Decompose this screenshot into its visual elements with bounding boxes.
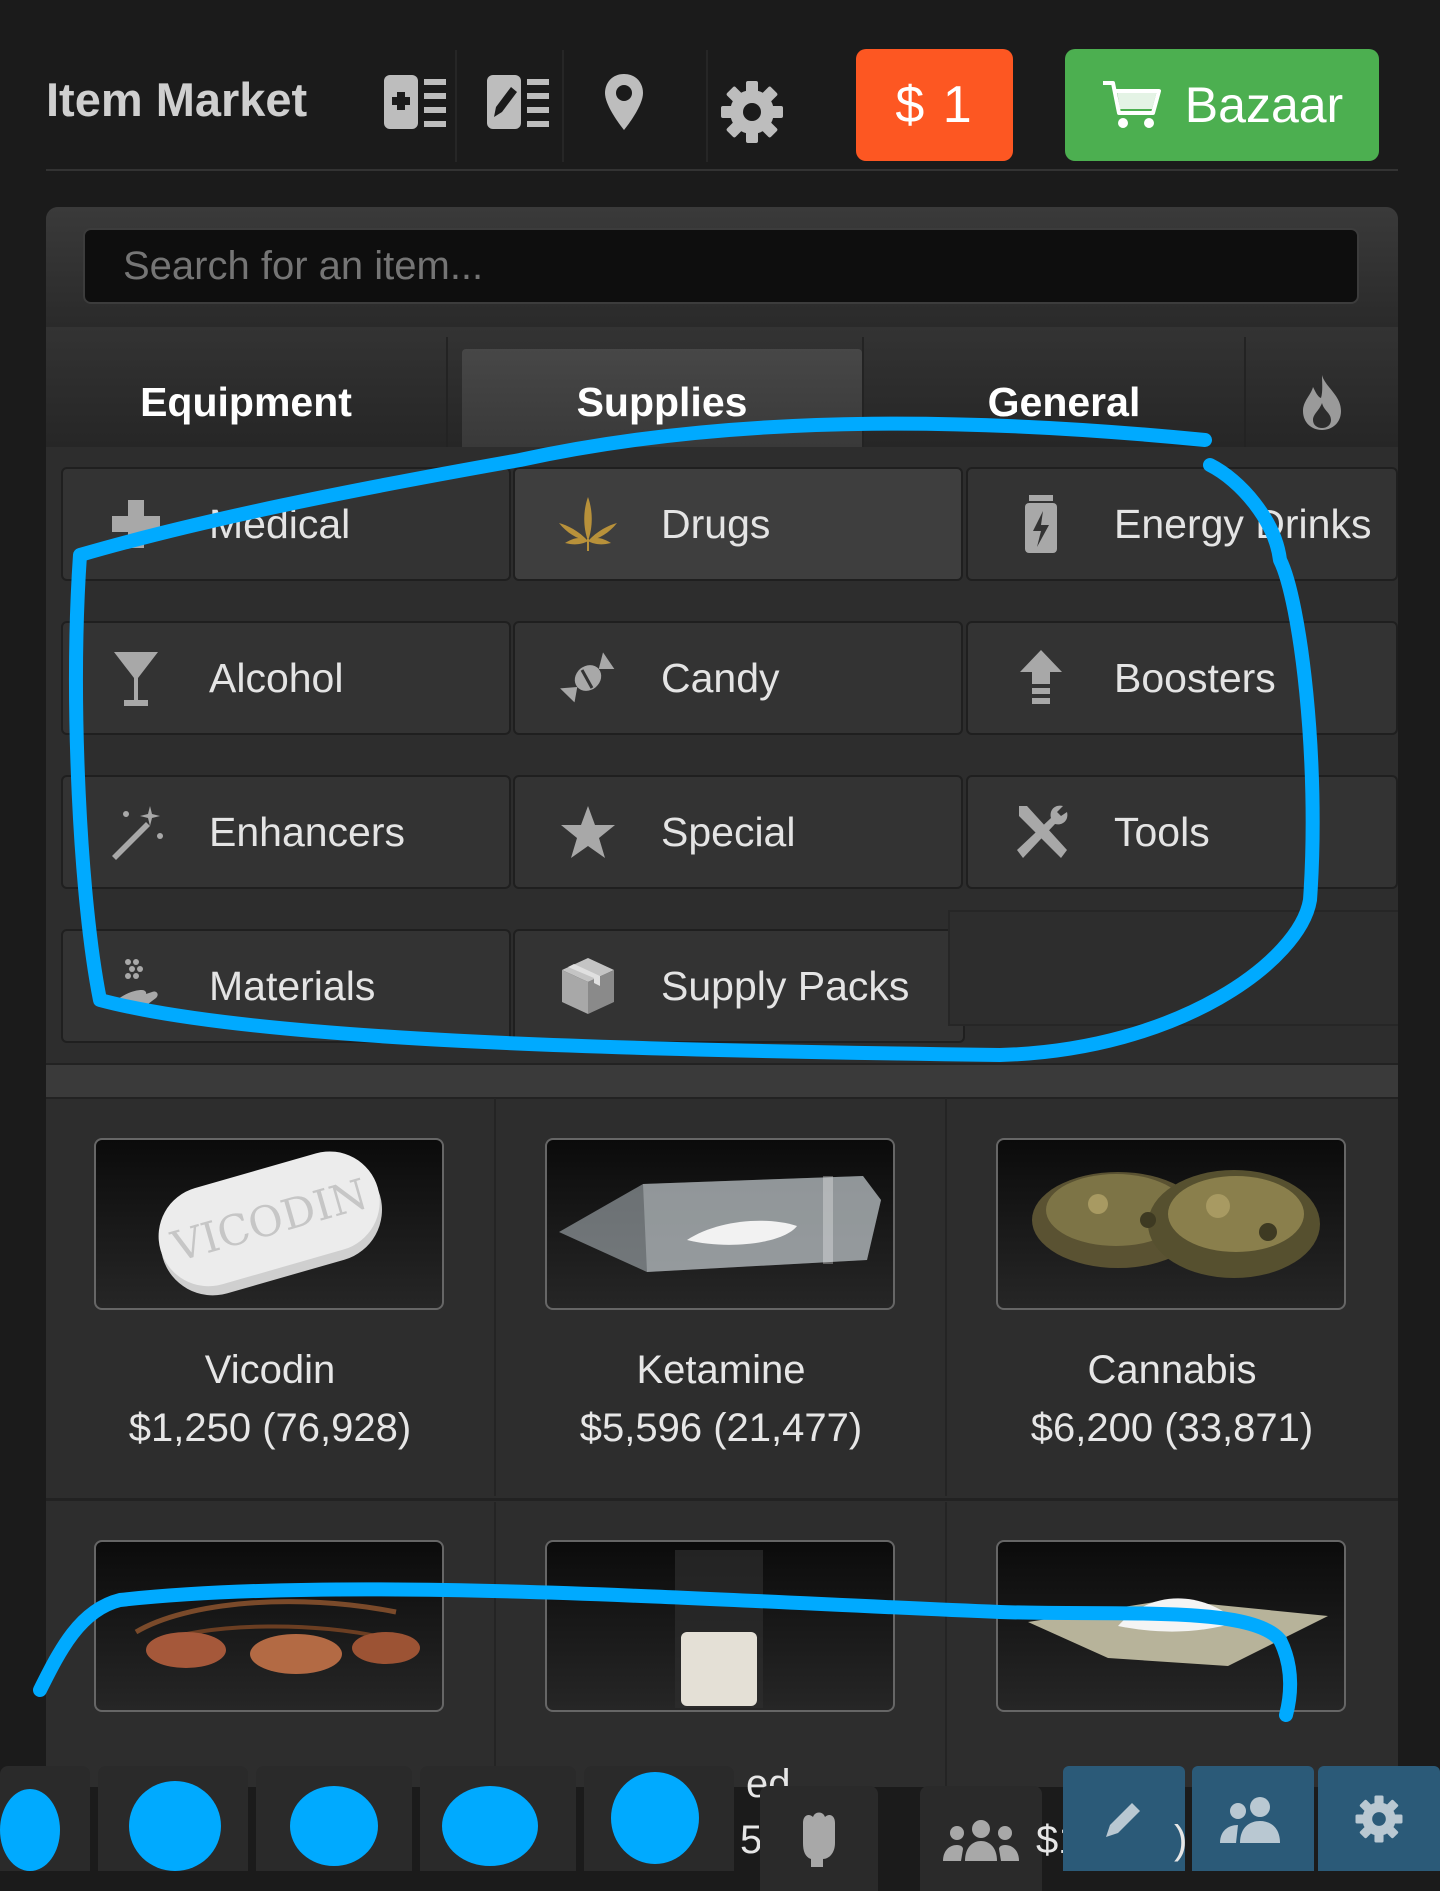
category-tools[interactable]: Tools (966, 775, 1398, 889)
category-materials[interactable]: Materials (61, 929, 511, 1043)
item-card-cannabis[interactable]: Cannabis $6,200 (33,871) (948, 1098, 1396, 1496)
partial-paren: ) (1174, 1818, 1188, 1862)
category-tabs: Equipment Supplies General (46, 327, 1398, 447)
item-image-vicodin[interactable]: VICODIN (94, 1138, 444, 1310)
money-button[interactable]: $ 1 (856, 49, 1013, 161)
settings-button[interactable] (1318, 1766, 1440, 1871)
dock-slot-1[interactable] (0, 1766, 90, 1871)
arrow-up-icon (1006, 643, 1076, 713)
bazaar-label: Bazaar (1184, 77, 1344, 133)
add-listing-icon[interactable] (375, 62, 455, 142)
tab-trending[interactable] (1246, 327, 1398, 447)
leaf-icon (553, 489, 623, 559)
tab-label: Supplies (576, 378, 748, 425)
tab-label: Equipment (140, 378, 352, 425)
edit-listing-icon[interactable] (478, 62, 558, 142)
partial-text: 5 (740, 1818, 763, 1862)
category-label: Enhancers (209, 808, 406, 855)
category-label: Candy (661, 654, 780, 701)
item-price: $6,200 (33,871) (1030, 1406, 1314, 1450)
tab-label: General (987, 378, 1141, 425)
category-label: Special (661, 808, 796, 855)
search-input[interactable] (83, 228, 1359, 304)
item-card-vicodin[interactable]: VICODIN Vicodin $1,250 (76,928) (46, 1098, 494, 1496)
item-name: Vicodin (204, 1348, 336, 1392)
money-label: $ 1 (895, 76, 974, 134)
tab-supplies[interactable]: Supplies (462, 349, 862, 447)
dock-slot-5[interactable] (584, 1766, 734, 1871)
category-label: Materials (209, 962, 376, 1009)
edit-button[interactable] (1063, 1766, 1185, 1871)
category-boosters[interactable]: Boosters (966, 621, 1398, 735)
tab-equipment[interactable]: Equipment (46, 327, 446, 447)
flame-icon (1303, 375, 1341, 430)
dock-slot-4[interactable] (420, 1766, 576, 1871)
category-energy-drinks[interactable]: Energy Drinks (966, 467, 1398, 581)
item-image-mushrooms[interactable] (94, 1540, 444, 1712)
group-button[interactable] (920, 1786, 1042, 1891)
category-candy[interactable]: Candy (513, 621, 963, 735)
box-icon (553, 951, 623, 1021)
star-icon (553, 797, 623, 867)
shopping-cart-icon (1102, 81, 1161, 128)
item-image-cannabis[interactable] (996, 1138, 1346, 1310)
row-divider (46, 1498, 1398, 1501)
item-image-powder-paper[interactable] (996, 1540, 1346, 1712)
bazaar-button[interactable]: Bazaar (1065, 49, 1379, 161)
gear-icon[interactable] (712, 72, 792, 152)
item-image-ketamine[interactable] (545, 1138, 895, 1310)
category-medical[interactable]: Medical (61, 467, 511, 581)
item-price: $5,596 (21,477) (579, 1406, 863, 1450)
plus-icon (101, 489, 171, 559)
item-name: Cannabis (1087, 1348, 1257, 1392)
items-grid: VICODIN Vicodin $1,250 (76,928) Ketamine… (46, 1098, 1398, 1498)
users-button[interactable] (1192, 1766, 1314, 1871)
dock-slot-2[interactable] (98, 1766, 248, 1871)
category-enhancers[interactable]: Enhancers (61, 775, 511, 889)
category-label: Supply Packs (661, 962, 910, 1009)
group-icon (943, 1819, 1019, 1861)
pencil-icon (1106, 1802, 1140, 1837)
category-label: Alcohol (209, 654, 344, 701)
header-divider (46, 169, 1398, 171)
category-label: Energy Drinks (1114, 500, 1372, 547)
item-image-powder-bag[interactable] (545, 1540, 895, 1712)
items-grid-row-2: ed (46, 1502, 1398, 1806)
item-name: Ketamine (636, 1348, 806, 1392)
users-icon (1220, 1796, 1280, 1843)
tools-icon (1006, 797, 1076, 867)
item-price: $1,250 (76,928) (128, 1406, 412, 1450)
category-alcohol[interactable]: Alcohol (61, 621, 511, 735)
category-label: Drugs (661, 500, 771, 547)
gear-icon (1355, 1795, 1403, 1842)
item-card-ketamine[interactable]: Ketamine $5,596 (21,477) (497, 1098, 945, 1496)
candy-icon (553, 643, 623, 713)
category-label: Medical (209, 500, 351, 547)
category-special[interactable]: Special (513, 775, 963, 889)
empty-category-slot (948, 910, 1398, 1026)
category-label: Boosters (1114, 654, 1276, 701)
category-label: Tools (1114, 808, 1210, 855)
magic-wand-icon (101, 797, 171, 867)
category-drugs[interactable]: Drugs (513, 467, 963, 581)
fist-icon (803, 1812, 835, 1867)
fight-button[interactable] (760, 1786, 878, 1891)
dock-slot-3[interactable] (256, 1766, 412, 1871)
page-title: Item Market (46, 73, 308, 126)
location-pin-icon[interactable] (584, 62, 664, 142)
energy-can-icon (1006, 489, 1076, 559)
tab-general[interactable]: General (864, 327, 1264, 447)
cocktail-icon (101, 643, 171, 713)
section-divider (46, 1063, 1398, 1099)
category-supply-packs[interactable]: Supply Packs (513, 929, 965, 1043)
materials-icon (101, 951, 171, 1021)
